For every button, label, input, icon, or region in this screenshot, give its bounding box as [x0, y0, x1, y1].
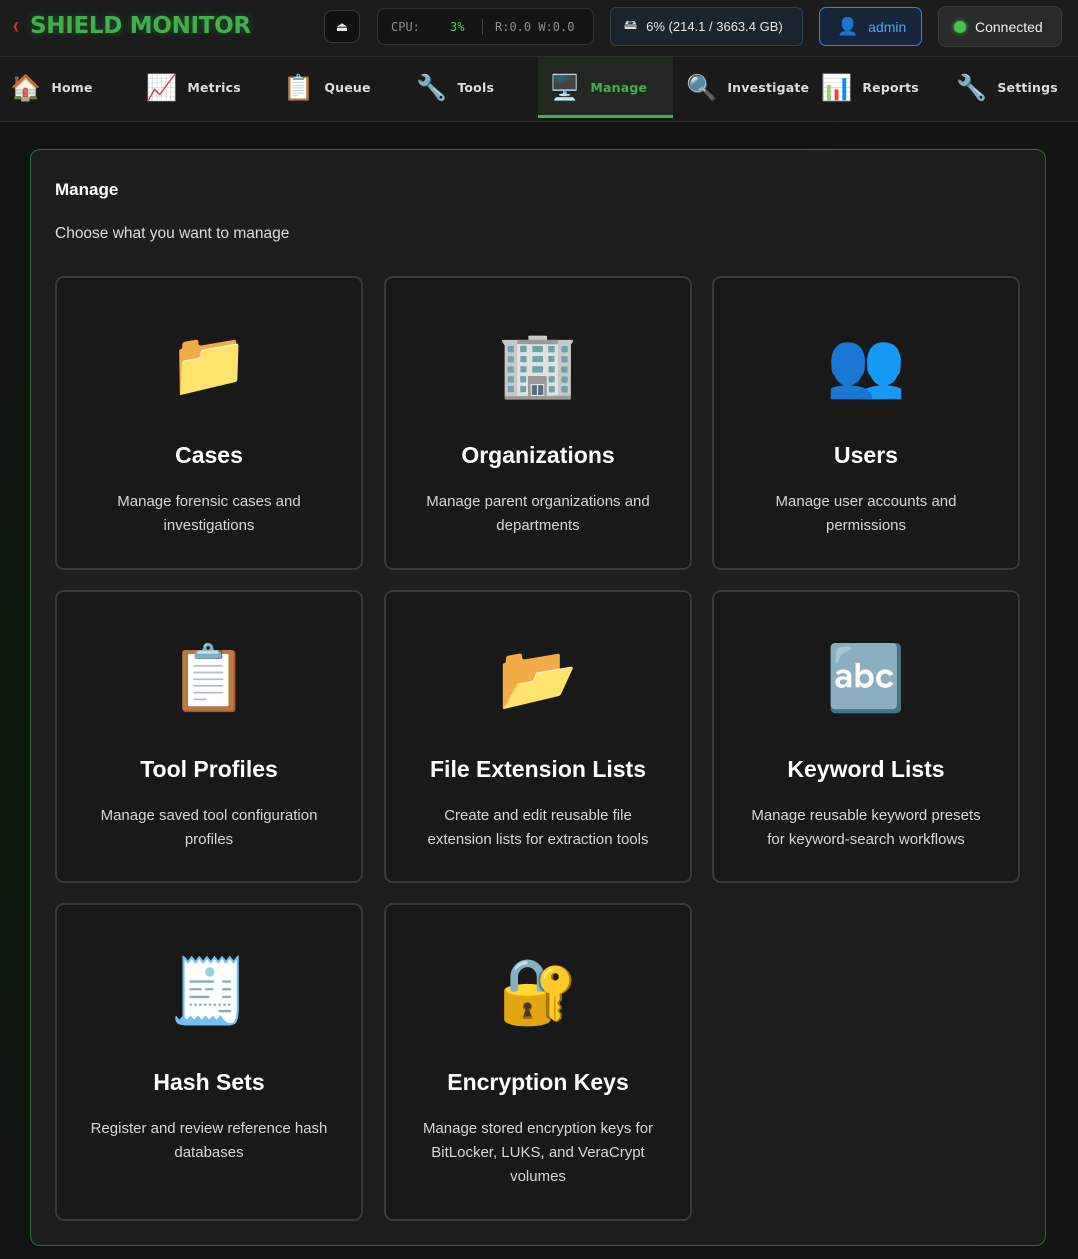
connection-status[interactable]: Connected [938, 6, 1062, 47]
page-subtitle: Choose what you want to manage [55, 225, 290, 242]
nav-item-tools[interactable]: 🔧 Tools [416, 57, 494, 118]
wrench-icon: 🔧 [416, 73, 448, 102]
nav-item-settings[interactable]: 🔧 Settings [956, 57, 1058, 118]
card-keyword-lists[interactable]: 🔤 Keyword Lists Manage reusable keyword … [712, 590, 1020, 883]
card-title: Tool Profiles [140, 756, 278, 782]
nav-item-label: Queue [324, 80, 371, 95]
open-folder-icon: 📂 [498, 642, 578, 714]
abc-icon: 🔤 [826, 642, 906, 714]
card-description: Manage forensic cases and investigations [117, 493, 301, 534]
disk-io-readout: R:0.0 W:0.0 [495, 20, 575, 34]
card-organizations[interactable]: 🏢 Organizations Manage parent organizati… [384, 276, 692, 570]
manage-panel: Manage Choose what you want to manage 📁 … [30, 149, 1046, 1246]
card-description: Manage reusable keyword presets for keyw… [751, 807, 981, 848]
card-title: Organizations [461, 442, 615, 468]
hard-disk-icon: 🖴 [624, 16, 638, 32]
card-cases[interactable]: 📁 Cases Manage forensic cases and invest… [55, 276, 363, 570]
card-title: Hash Sets [153, 1069, 265, 1095]
user-menu-button[interactable]: 👤 admin [819, 7, 922, 46]
nav-item-queue[interactable]: 📋 Queue [283, 57, 371, 118]
receipt-icon: 🧾 [169, 955, 249, 1027]
card-title: Cases [175, 442, 243, 468]
card-title: Users [834, 442, 898, 468]
office-building-icon: 🏢 [498, 328, 578, 400]
back-chevron-icon[interactable]: ‹ [13, 12, 19, 40]
nav-item-label: Settings [997, 80, 1058, 95]
magnifier-icon: 🔍 [686, 73, 718, 102]
card-file-extension-lists[interactable]: 📂 File Extension Lists Create and edit r… [384, 590, 692, 883]
bar-chart-icon: 📊 [821, 73, 853, 102]
nav-item-metrics[interactable]: 📈 Metrics [146, 57, 241, 118]
card-users[interactable]: 👥 Users Manage user accounts and permiss… [712, 276, 1020, 570]
cpu-value: 3% [450, 20, 465, 34]
brand-title: SHIELD MONITOR [30, 13, 251, 39]
card-description: Register and review reference hash datab… [90, 1120, 328, 1161]
user-icon: 👤 [837, 16, 859, 36]
lock-with-key-icon: 🔐 [498, 955, 578, 1027]
status-dot-icon [954, 20, 966, 33]
clipboard-icon: 📋 [283, 73, 315, 102]
card-tool-profiles[interactable]: 📋 Tool Profiles Manage saved tool config… [55, 590, 363, 883]
card-title: Encryption Keys [447, 1069, 629, 1095]
user-name: admin [868, 18, 907, 35]
connection-label: Connected [975, 18, 1043, 35]
page-title: Manage [55, 180, 119, 199]
nav-item-reports[interactable]: 📊 Reports [821, 57, 919, 118]
clipboard-icon: 📋 [169, 642, 249, 714]
users-icon: 👥 [826, 328, 906, 400]
main-nav: 🏠 Home 📈 Metrics 📋 Queue 🔧 Tools 🖥️ Mana… [0, 57, 1078, 122]
card-description: Manage saved tool configuration profiles [100, 807, 318, 848]
brand[interactable]: ‹ SHIELD MONITOR [12, 8, 251, 44]
home-icon: 🏠 [10, 73, 42, 102]
card-description: Manage parent organizations and departme… [426, 493, 650, 534]
nav-item-label: Manage [590, 80, 648, 95]
top-bar: ‹ SHIELD MONITOR ⏏ CPU: 3% R:0.0 W:0.0 🖴… [0, 0, 1078, 57]
desktop-computer-icon: 🖥️ [549, 73, 581, 102]
folder-icon: 📁 [169, 328, 249, 400]
nav-item-label: Tools [457, 80, 495, 95]
eject-button[interactable]: ⏏ [324, 10, 360, 43]
disk-usage-text: 6% (214.1 / 3663.4 GB) [646, 19, 783, 34]
cpu-divider [482, 19, 483, 35]
cpu-status: CPU: 3% R:0.0 W:0.0 [377, 8, 594, 45]
disk-usage-badge[interactable]: 🖴 6% (214.1 / 3663.4 GB) [610, 7, 803, 46]
nav-item-label: Reports [862, 80, 919, 95]
card-hash-sets[interactable]: 🧾 Hash Sets Register and review referenc… [55, 903, 363, 1221]
card-title: File Extension Lists [430, 756, 646, 782]
card-encryption-keys[interactable]: 🔐 Encryption Keys Manage stored encrypti… [384, 903, 692, 1221]
cpu-label: CPU: [391, 20, 420, 34]
card-title: Keyword Lists [787, 756, 945, 782]
nav-item-manage[interactable]: 🖥️ Manage [538, 57, 673, 118]
nav-item-label: Metrics [187, 80, 241, 95]
wrench-icon: 🔧 [956, 73, 988, 102]
eject-icon: ⏏ [335, 18, 349, 34]
nav-item-label: Home [51, 80, 93, 95]
nav-item-home[interactable]: 🏠 Home [10, 57, 93, 118]
chart-increasing-icon: 📈 [146, 73, 178, 102]
card-description: Manage user accounts and permissions [775, 493, 957, 534]
nav-item-label: Investigate [727, 80, 810, 95]
card-description: Create and edit reusable file extension … [427, 807, 649, 848]
nav-item-investigate[interactable]: 🔍 Investigate [686, 57, 809, 118]
card-description: Manage stored encryption keys for BitLoc… [422, 1120, 654, 1185]
